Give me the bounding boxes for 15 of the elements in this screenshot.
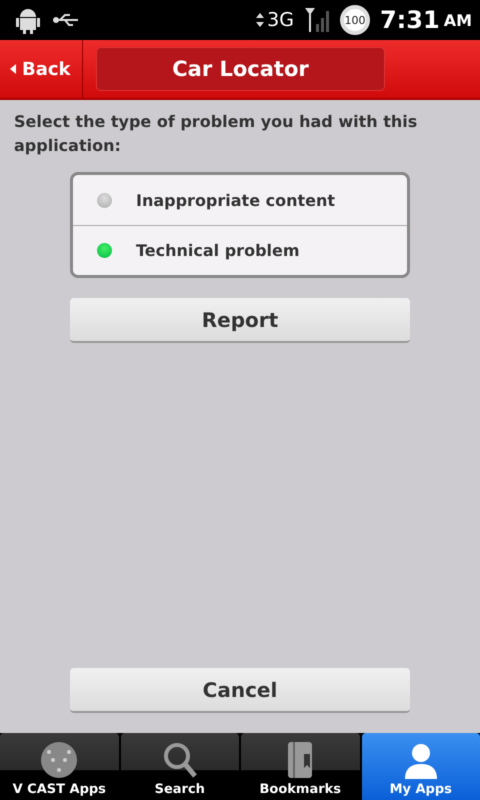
cancel-button[interactable]: Cancel	[70, 668, 410, 713]
radio-option[interactable]: Technical problem	[73, 225, 407, 275]
clock-time: 7:31	[380, 6, 440, 34]
signal-icon	[304, 6, 330, 34]
report-button[interactable]: Report	[70, 298, 410, 343]
tab[interactable]: My Apps	[362, 733, 480, 800]
prompt-text: Select the type of problem you had with this application:	[14, 111, 418, 157]
network-type: 3G	[267, 9, 294, 31]
clock-ampm: AM	[444, 10, 472, 30]
data-arrows-icon	[255, 12, 266, 28]
caret-icon	[10, 64, 16, 74]
battery-level: 100	[340, 5, 370, 35]
screen-title: Car Locator	[96, 47, 385, 91]
back-button[interactable]: Back	[0, 40, 83, 98]
radio-option[interactable]: Inappropriate content	[73, 175, 407, 225]
